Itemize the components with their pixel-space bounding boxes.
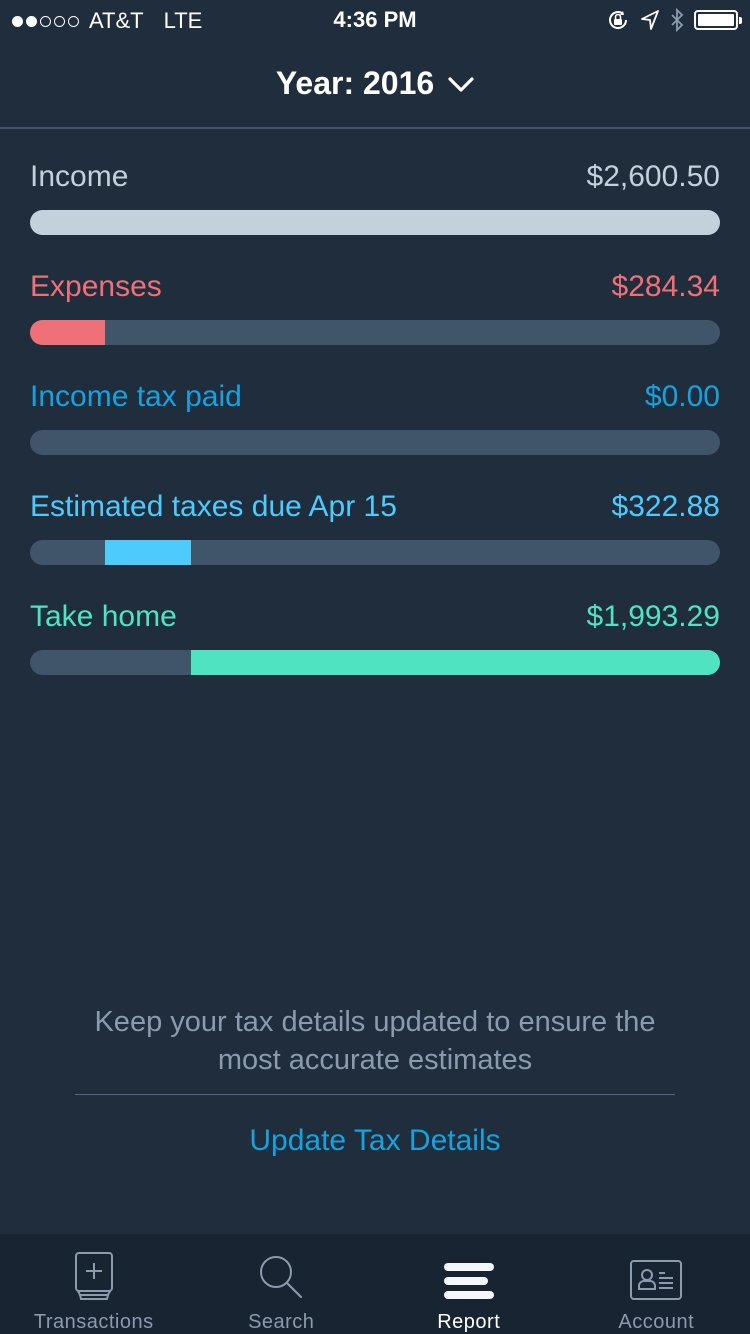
tax-details-note: Keep your tax details updated to ensure …: [94, 1006, 656, 1076]
divider: [75, 1094, 675, 1095]
location-arrow-icon: [641, 10, 659, 30]
metric-bar: [30, 540, 720, 565]
status-bar: AT&T LTE 4:36 PM: [0, 0, 750, 40]
bluetooth-icon: [671, 8, 684, 32]
tab-label: Transactions: [33, 1311, 154, 1333]
metric-value: $284.34: [611, 270, 720, 303]
tab-label: Account: [618, 1311, 695, 1333]
tab-label: Report: [437, 1311, 501, 1333]
search-icon: [260, 1256, 303, 1298]
metric-value: $1,993.29: [586, 600, 720, 633]
metric-bar: [30, 650, 720, 675]
tab-bar: Transactions Search Report Account: [0, 1234, 750, 1334]
account-card-icon: [630, 1260, 683, 1300]
add-transaction-icon: [74, 1252, 113, 1300]
metric-bar: [30, 210, 720, 235]
metric-income-tax-paid: Income tax paid $0.00: [30, 380, 720, 490]
metric-bar-fill: [30, 320, 106, 345]
metric-bar-fill: [191, 650, 720, 675]
metric-bar: [30, 320, 720, 345]
metric-value: $0.00: [644, 380, 720, 413]
metric-take-home: Take home $1,993.29: [30, 600, 720, 710]
tab-label: Search: [248, 1311, 315, 1333]
metric-estimated-taxes: Estimated taxes due Apr 15 $322.88: [30, 490, 720, 600]
battery-level: [698, 14, 734, 26]
metric-label: Take home: [30, 600, 177, 633]
metric-bar-fill: [105, 540, 192, 565]
metric-value: $322.88: [611, 490, 720, 523]
metric-bar: [30, 430, 720, 455]
report-icon: [443, 1263, 494, 1299]
update-tax-details-link[interactable]: Update Tax Details: [0, 1124, 750, 1158]
status-right: [606, 8, 742, 32]
year-selector[interactable]: Year: 2016: [0, 40, 750, 129]
tab-search[interactable]: Search: [188, 1234, 376, 1334]
tab-account[interactable]: Account: [563, 1234, 750, 1334]
metric-value: $2,600.50: [586, 160, 720, 193]
battery-icon: [694, 10, 742, 30]
metric-bar-fill: [30, 210, 720, 235]
metric-label: Income: [30, 160, 129, 193]
metric-income: Income $2,600.50: [30, 160, 720, 270]
metric-label: Income tax paid: [30, 380, 242, 413]
metric-label: Expenses: [30, 270, 162, 303]
tab-report[interactable]: Report: [375, 1234, 563, 1334]
metric-label: Estimated taxes due Apr 15: [30, 490, 397, 523]
chevron-down-icon: [448, 76, 474, 92]
page-title: Year: 2016: [275, 65, 435, 101]
rotation-lock-icon: [609, 11, 628, 29]
metric-expenses: Expenses $284.34: [30, 270, 720, 380]
tab-transactions[interactable]: Transactions: [0, 1234, 188, 1334]
tax-summary: Income $2,600.50 Expenses $284.34 Income…: [30, 160, 720, 710]
